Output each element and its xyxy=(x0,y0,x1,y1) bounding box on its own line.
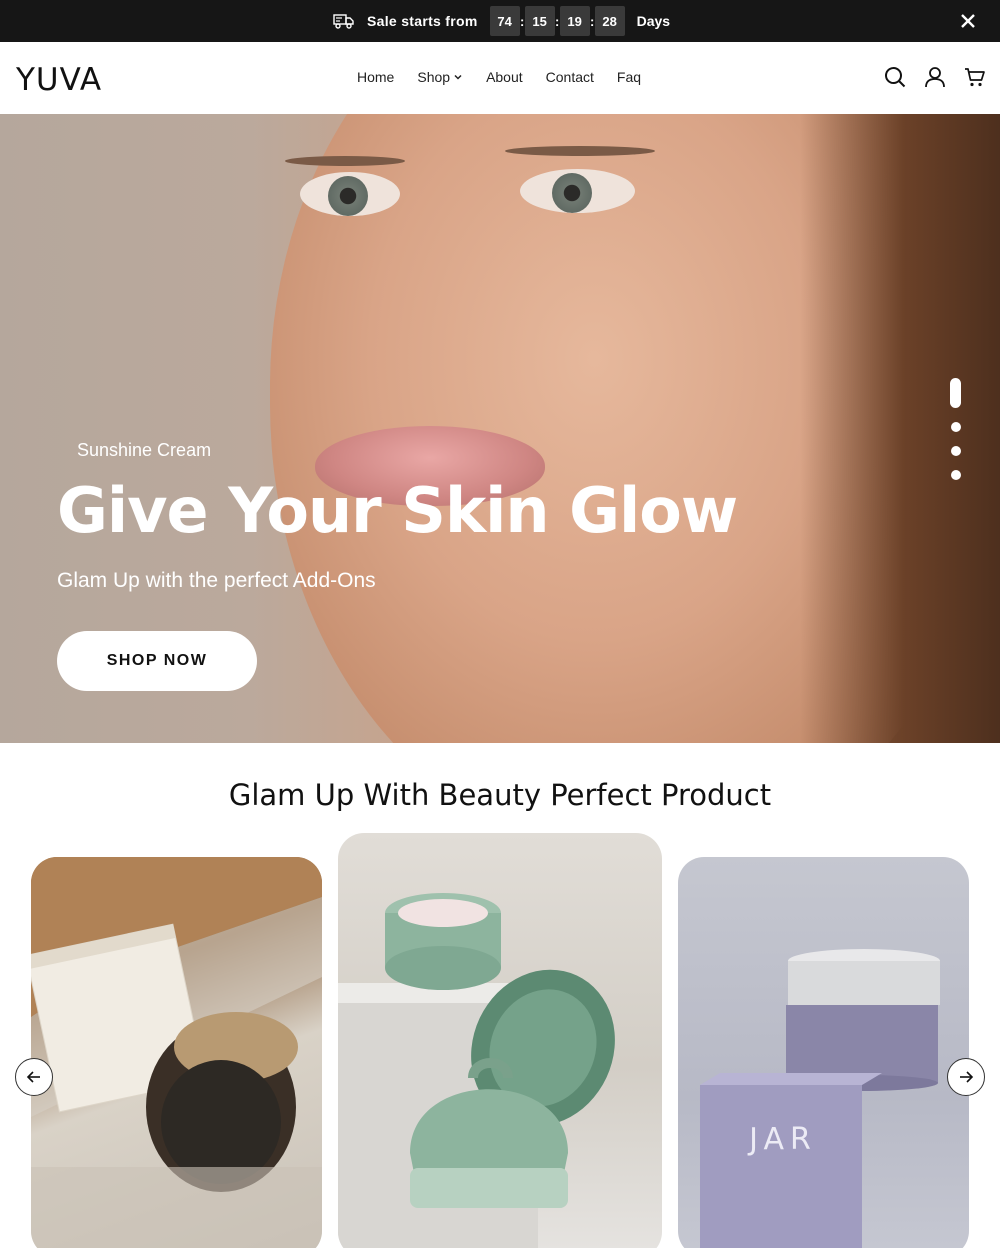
logo[interactable]: YUVA xyxy=(16,62,102,98)
close-icon[interactable] xyxy=(958,11,978,31)
countdown-unit: Days xyxy=(636,13,671,29)
product-image xyxy=(338,893,615,1248)
nav-label: Home xyxy=(357,69,395,85)
hero-subtitle: Sunshine Cream xyxy=(77,440,212,460)
shop-now-button[interactable]: SHOP NOW xyxy=(57,631,257,691)
countdown-separator: : xyxy=(554,13,560,29)
nav-label: About xyxy=(486,69,523,85)
slider-dot[interactable] xyxy=(950,446,961,456)
nav-home[interactable]: Home xyxy=(357,69,394,85)
countdown-hours: 15 xyxy=(524,6,555,36)
cart-icon[interactable] xyxy=(964,66,986,88)
product-card[interactable] xyxy=(678,857,969,1248)
slider-dot-active[interactable] xyxy=(950,378,961,408)
hero-image-detail xyxy=(520,169,635,213)
nav-faq[interactable]: Faq xyxy=(617,69,641,85)
truck-icon xyxy=(333,14,354,29)
countdown-days: 74 xyxy=(489,6,520,36)
chevron-down-icon xyxy=(454,74,462,80)
hero-image-detail xyxy=(300,172,400,216)
nav-label: Contact xyxy=(545,69,594,85)
product-image xyxy=(31,857,322,1248)
hero-description: Glam Up with the perfect Add-Ons xyxy=(57,569,376,592)
carousel-next-button[interactable] xyxy=(947,1058,985,1096)
announcement-bar: Sale starts from 74 : 15 : 19 : 28 Days xyxy=(0,0,1000,42)
slider-pagination xyxy=(950,378,961,480)
hero-banner: Sunshine Cream Give Your Skin Glow Glam … xyxy=(0,114,1000,743)
product-box-label: JAR xyxy=(749,1122,817,1157)
arrow-right-icon xyxy=(960,1071,974,1083)
product-image xyxy=(700,949,940,1248)
countdown-separator: : xyxy=(519,13,525,29)
arrow-left-icon xyxy=(26,1071,40,1083)
sale-text: Sale starts from xyxy=(367,13,478,29)
hero-image-hair xyxy=(800,114,1000,743)
nav-about[interactable]: About xyxy=(486,69,523,85)
carousel-prev-button[interactable] xyxy=(15,1058,53,1096)
hero-image-detail xyxy=(285,156,405,166)
header-actions xyxy=(884,66,986,88)
section-title: Glam Up With Beauty Perfect Product xyxy=(228,778,772,812)
hero-image-detail xyxy=(505,146,655,156)
main-nav: Home Shop About Contact Faq xyxy=(357,69,664,85)
nav-shop[interactable]: Shop xyxy=(417,69,463,85)
site-header: YUVA Home Shop About Contact Faq xyxy=(0,42,1000,114)
product-card[interactable] xyxy=(31,857,322,1248)
countdown-separator: : xyxy=(589,13,595,29)
nav-label: Shop xyxy=(417,69,451,85)
countdown-banner: Sale starts from 74 : 15 : 19 : 28 Days xyxy=(333,6,670,36)
search-icon[interactable] xyxy=(884,66,906,88)
nav-label: Faq xyxy=(616,69,642,85)
slider-dot[interactable] xyxy=(950,470,961,480)
countdown-minutes: 19 xyxy=(559,6,590,36)
nav-contact[interactable]: Contact xyxy=(546,69,594,85)
user-icon[interactable] xyxy=(924,66,946,88)
slider-dot[interactable] xyxy=(950,422,961,432)
hero-title: Give Your Skin Glow xyxy=(57,474,738,547)
countdown-seconds: 28 xyxy=(594,6,625,36)
product-card[interactable] xyxy=(338,833,662,1248)
